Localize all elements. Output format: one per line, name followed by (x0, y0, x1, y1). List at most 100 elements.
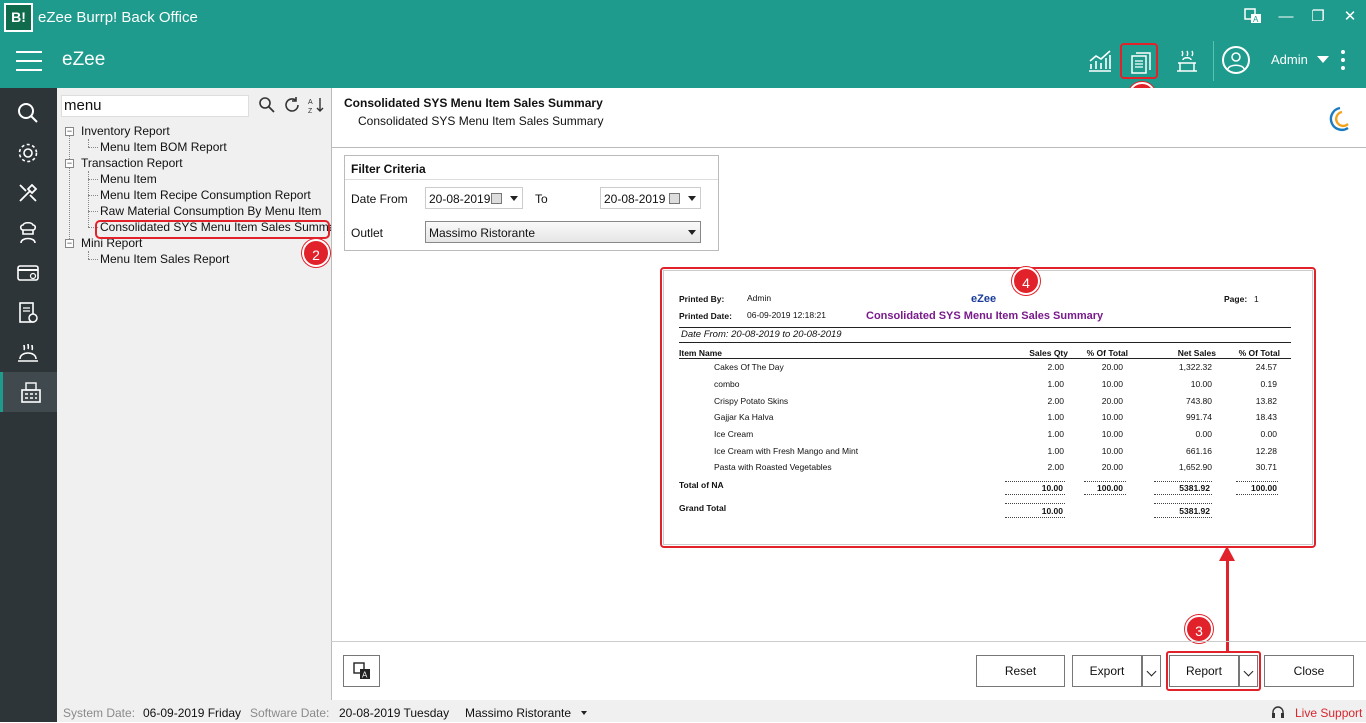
title-bar: B! eZee Burrp! Back Office A — ❐ ✕ (0, 0, 1366, 35)
highlight-report-button (1166, 651, 1261, 691)
software-date-value: 20-08-2019 Tuesday (339, 706, 450, 720)
row-sales-qty: 1.00 (1047, 429, 1064, 439)
brand-name: eZee (62, 49, 106, 70)
printed-by-value: Admin (747, 293, 772, 303)
col-sales-pct: % Of Total (1238, 348, 1280, 358)
more-options-icon[interactable] (1340, 50, 1346, 74)
collapse-icon[interactable]: − (65, 159, 74, 168)
row-qty-pct: 20.00 (1101, 462, 1123, 472)
date-to-field[interactable]: 20-08-2019 (600, 187, 701, 209)
system-date-value: 06-09-2019 Friday (143, 706, 242, 720)
row-qty-pct: 10.00 (1101, 412, 1123, 422)
nav-kitchen[interactable] (0, 332, 57, 372)
row-qty-pct: 10.00 (1101, 379, 1123, 389)
chevron-down-icon[interactable] (688, 196, 696, 201)
nav-billing[interactable] (0, 292, 57, 332)
row-sales-pct: 0.00 (1260, 429, 1277, 439)
date-from-label: Date From (351, 192, 408, 206)
hamburger-menu-icon[interactable] (16, 51, 42, 71)
total-sales-pct: 100.00 (1251, 483, 1277, 493)
user-name: Admin (1271, 52, 1308, 67)
row-sales-qty: 1.00 (1047, 446, 1064, 456)
tree-item-raw-material-consumption[interactable]: Raw Material Consumption By Menu Item (100, 204, 321, 218)
calendar-icon[interactable] (491, 193, 502, 204)
total-qty-pct: 100.00 (1097, 483, 1123, 493)
nav-settings[interactable] (0, 132, 57, 172)
row-net-sales: 1,652.90 (1178, 462, 1212, 472)
tree-item-menu-item-bom[interactable]: Menu Item BOM Report (100, 140, 227, 154)
row-qty-pct: 20.00 (1101, 362, 1123, 372)
col-item-name: Item Name (679, 348, 722, 358)
chevron-down-icon[interactable] (688, 230, 696, 235)
chevron-down-icon[interactable] (1317, 56, 1329, 63)
refresh-icon[interactable] (283, 96, 303, 116)
export-dropdown-button[interactable] (1142, 655, 1161, 687)
row-qty-pct: 10.00 (1101, 446, 1123, 456)
status-bar: System Date: 06-09-2019 Friday Software … (57, 700, 1366, 722)
reports-icon[interactable] (1120, 43, 1158, 79)
col-net-sales: Net Sales (1177, 348, 1216, 358)
system-date-label: System Date: (63, 706, 136, 720)
close-window-icon[interactable]: ✕ (1339, 8, 1361, 26)
total-sales-qty: 10.00 (1041, 483, 1063, 493)
outlet-label: Outlet (351, 226, 384, 240)
kitchen-icon[interactable] (1167, 43, 1205, 79)
svg-text:A: A (1253, 15, 1259, 24)
row-item-name: combo (714, 379, 740, 389)
calendar-icon[interactable] (669, 193, 680, 204)
svg-text:A: A (308, 99, 313, 106)
grand-total-sales-qty: 10.00 (1041, 506, 1063, 516)
row-sales-pct: 18.43 (1255, 412, 1277, 422)
reset-button[interactable]: Reset (976, 655, 1065, 687)
app-header: eZee Admin (0, 35, 1366, 88)
avatar-icon (1222, 46, 1250, 74)
translate-button[interactable]: A (343, 655, 380, 687)
row-sales-pct: 12.28 (1255, 446, 1277, 456)
collapse-icon[interactable]: − (65, 127, 74, 136)
outlet-selector[interactable]: Massimo Ristorante (465, 706, 571, 720)
analytics-chart-icon[interactable] (1080, 43, 1118, 79)
tree-item-recipe-consumption[interactable]: Menu Item Recipe Consumption Report (100, 188, 311, 202)
tree-group-transaction[interactable]: Transaction Report (81, 156, 183, 170)
nav-search[interactable] (0, 92, 57, 132)
maximize-icon[interactable]: ❐ (1307, 8, 1329, 26)
row-sales-pct: 13.82 (1255, 396, 1277, 406)
nav-tools[interactable] (0, 172, 57, 212)
row-net-sales: 991.74 (1186, 412, 1212, 422)
close-button[interactable]: Close (1264, 655, 1354, 687)
row-net-sales: 743.80 (1186, 396, 1212, 406)
nav-chef[interactable] (0, 212, 57, 252)
tree-search-input[interactable]: menu (61, 95, 249, 117)
tools-icon (19, 183, 38, 202)
minimize-icon[interactable]: — (1275, 8, 1297, 26)
filter-criteria-panel: Filter Criteria Date From 20-08-2019 To … (344, 155, 719, 251)
report-title: Consolidated SYS Menu Item Sales Summary (344, 96, 603, 110)
report-tree-panel: menu AZ − Inventory Report Menu Item BOM… (57, 88, 345, 700)
annotation-badge-4: 4 (1012, 267, 1040, 295)
total-label: Total of NA (679, 480, 724, 490)
date-to-label: To (535, 192, 548, 206)
row-item-name: Gajjar Ka Halva (714, 412, 774, 422)
live-support-link[interactable]: Live Support (1295, 706, 1362, 720)
search-icon[interactable] (258, 96, 278, 116)
export-button[interactable]: Export (1072, 655, 1142, 687)
tree-item-menu-item[interactable]: Menu Item (100, 172, 157, 186)
header-separator (1213, 41, 1214, 81)
chevron-down-icon[interactable] (510, 196, 518, 201)
chevron-down-icon[interactable] (581, 711, 587, 715)
chevron-down-icon (1146, 666, 1157, 677)
annotation-arrow-head (1219, 546, 1235, 561)
date-from-field[interactable]: 20-08-2019 (425, 187, 523, 209)
collapse-icon[interactable]: − (65, 239, 74, 248)
annotation-arrow-line (1226, 560, 1229, 652)
tree-item-menu-item-sales[interactable]: Menu Item Sales Report (100, 252, 229, 266)
bottom-bar-divider (331, 641, 1366, 642)
outlet-value: Massimo Ristorante (429, 226, 536, 240)
nav-payments[interactable] (0, 252, 57, 292)
language-icon[interactable]: A (1242, 8, 1264, 26)
outlet-select[interactable]: Massimo Ristorante (425, 221, 701, 243)
tree-group-inventory[interactable]: Inventory Report (81, 124, 170, 138)
nav-reports[interactable] (0, 372, 57, 412)
sort-az-icon[interactable]: AZ (307, 96, 327, 116)
card-icon (17, 265, 39, 281)
